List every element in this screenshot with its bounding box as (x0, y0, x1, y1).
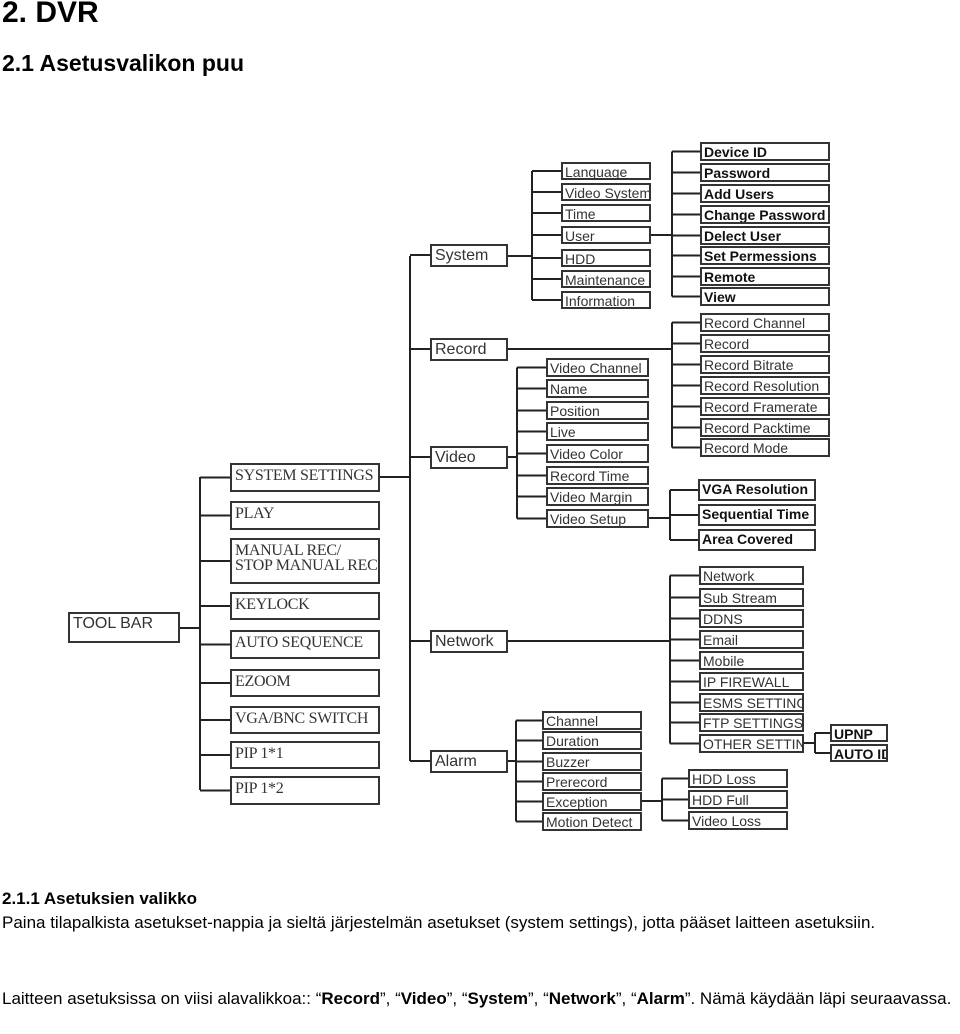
menu-node-tree-toolbar_items-6: VGA/BNC SWITCH (230, 706, 380, 734)
menu-node-tree-other_settings-1: AUTO ID (830, 744, 888, 762)
menu-node-tree-alarm-2: Buzzer (542, 752, 642, 771)
menu-node-tree-system-5: Maintenance (561, 270, 651, 288)
menu-node-tree-system_settings-2: Video (430, 446, 508, 469)
menu-node-tree-toolbar_items-4: AUTO SEQUENCE (230, 630, 380, 659)
paragraph-1: Paina tilapalkista asetukset-nappia ja s… (2, 913, 876, 932)
menu-node-tree-alarm-0: Channel (542, 711, 642, 730)
menu-node-tree-alarm-4: Exception (542, 792, 642, 811)
menu-node-tree-toolbar_items-2: MANUAL REC/ STOP MANUAL REC (230, 538, 380, 584)
menu-node-tree-video_setup-0: VGA Resolution (698, 479, 816, 501)
menu-node-tree-network-1: Sub Stream (699, 588, 804, 607)
menu-node-tree-record-1: Record (700, 334, 830, 353)
menu-node-tree-user-0: Device ID (700, 142, 830, 161)
menu-node-tree-record-0: Record Channel (700, 313, 830, 332)
menu-node-tree-exception-0: HDD Loss (688, 769, 788, 788)
menu-node-tree-system-4: HDD (561, 249, 651, 267)
menu-node-tree-video-3: Live (546, 422, 649, 441)
menu-node-tree-system-0: Language (561, 162, 651, 180)
menu-node-tree-toolbar_items-3: KEYLOCK (230, 592, 380, 620)
submenu-system: System (467, 989, 528, 1008)
menu-node-tree-video_setup-2: Area Covered (698, 529, 816, 551)
menu-node-tree-user-1: Password (700, 163, 830, 182)
menu-node-tree-user-7: View (700, 287, 830, 306)
para2-suffix: ”. Nämä käydään läpi seuraavassa. (684, 989, 952, 1008)
submenu-video: Video (400, 989, 447, 1008)
menu-node-tree-network-2: DDNS (699, 609, 804, 628)
menu-node-tree-record-2: Record Bitrate (700, 355, 830, 374)
para2-prefix: Laitteen asetuksissa on viisi alavalikko… (2, 989, 322, 1008)
submenu-network: Network (548, 989, 616, 1008)
menu-node-tree-network-3: Email (699, 630, 804, 649)
menu-node-tree-network-7: FTP SETTINGS (699, 713, 804, 732)
menu-node-tree-alarm-3: Prerecord (542, 772, 642, 791)
menu-node-tree-toolbar_items-0: SYSTEM SETTINGS (230, 463, 380, 492)
menu-node-tree-exception-2: Video Loss (688, 811, 788, 830)
menu-node-tree-record-6: Record Mode (700, 438, 830, 457)
menu-node-tree-system-1: Video System (561, 183, 651, 201)
menu-node-tree-exception-1: HDD Full (688, 790, 788, 809)
menu-node-tree-system_settings-3: Network (430, 630, 508, 653)
menu-node-tree-network-6: ESMS SETTINGS (699, 693, 804, 712)
menu-node-tree-record-5: Record Packtime (700, 418, 830, 437)
menu-node-tree-network-4: Mobile (699, 651, 804, 670)
menu-node-tree-user-4: Delect User (700, 226, 830, 245)
paragraph-2: Laitteen asetuksissa on viisi alavalikko… (2, 989, 952, 1008)
menu-node-tree-video-2: Position (546, 401, 649, 420)
menu-node-tree-video-6: Video Margin (546, 487, 649, 506)
menu-node-tree-toolbar_items-7: PIP 1*1 (230, 741, 380, 769)
menu-node-tree-network-8: OTHER SETTINGS (699, 734, 804, 753)
menu-node-tree-system-2: Time (561, 204, 651, 222)
menu-node-tree-user-5: Set Permessions (700, 246, 830, 265)
menu-node-tree-toolbar_items-5: EZOOM (230, 669, 380, 697)
menu-node-tree-user-3: Change Password (700, 205, 830, 224)
menu-node-tree-alarm-5: Motion Detect (542, 812, 642, 831)
menu-node-tree-video-7: Video Setup (546, 509, 649, 528)
menu-node-tree-system-3: User (561, 226, 651, 244)
submenu-record: Record (321, 989, 380, 1008)
menu-node-tree-alarm-1: Duration (542, 731, 642, 750)
menu-node-tree-toolbar_items-8: PIP 1*2 (230, 776, 380, 805)
menu-node-tree-system_settings-1: Record (430, 338, 508, 361)
menu-node-tree-root: TOOL BAR (68, 612, 180, 643)
menu-node-tree-video_setup-1: Sequential Time (698, 504, 816, 526)
subsection-heading: 2.1.1 Asetuksien valikko (2, 889, 197, 908)
menu-node-tree-system_settings-4: Alarm (430, 750, 508, 773)
menu-node-tree-network-5: IP FIREWALL (699, 672, 804, 691)
settings-menu-tree-diagram: TOOL BAR SYSTEM SETTINGS PLAY MANUAL REC/ S… (0, 0, 960, 860)
menu-node-tree-network-0: Network (699, 566, 804, 585)
menu-node-tree-video-4: Video Color (546, 444, 649, 463)
submenu-alarm: Alarm (636, 989, 685, 1008)
menu-node-tree-video-5: Record Time (546, 466, 649, 485)
menu-node-tree-video-1: Name (546, 379, 649, 398)
menu-node-tree-video-0: Video Channel (546, 358, 649, 377)
menu-node-tree-user-2: Add Users (700, 184, 830, 203)
menu-node-tree-system-6: Information (561, 291, 651, 309)
menu-node-tree-system_settings-0: System (430, 244, 508, 267)
menu-node-tree-record-3: Record Resolution (700, 376, 830, 395)
menu-node-tree-other_settings-0: UPNP (830, 724, 888, 742)
menu-node-tree-toolbar_items-1: PLAY (230, 501, 380, 530)
menu-node-tree-record-4: Record Framerate (700, 397, 830, 416)
menu-node-tree-user-6: Remote (700, 267, 830, 286)
